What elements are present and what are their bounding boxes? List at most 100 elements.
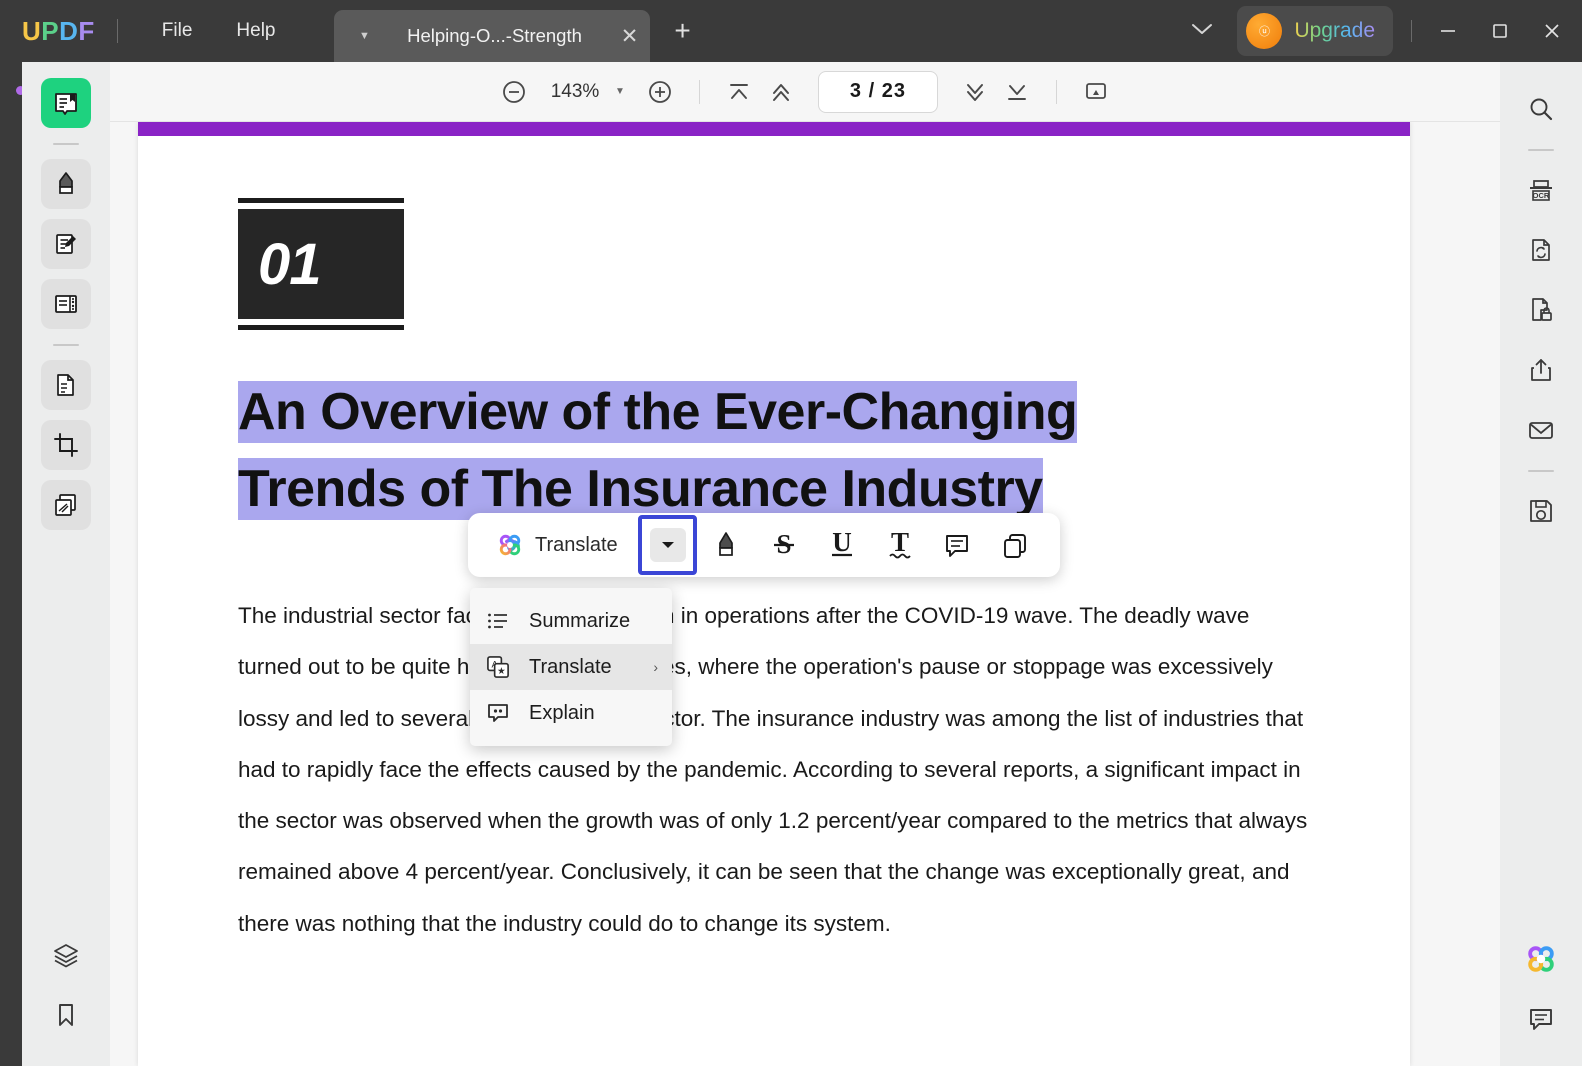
highlight-tool-button[interactable] <box>697 520 755 570</box>
explain-icon <box>484 701 512 725</box>
zoom-dropdown-icon[interactable]: ▼ <box>615 86 625 97</box>
translate-label: Translate <box>535 533 618 556</box>
page-number-input[interactable]: 3 / 23 <box>817 70 938 113</box>
convert-document-icon <box>1532 239 1550 261</box>
ai-flower-icon <box>499 534 521 556</box>
updf-window: U P D F File Help ▼ Helping-O...-Strengt… <box>0 0 1582 1066</box>
organize-pages-icon <box>55 295 77 313</box>
sidebar-item-organize[interactable] <box>41 279 91 329</box>
zoom-in-icon <box>649 80 671 103</box>
right-item-search[interactable] <box>1516 84 1566 134</box>
underline-tool-button[interactable]: U <box>813 520 871 570</box>
first-page-icon <box>730 83 748 99</box>
highlighter-icon <box>59 172 73 194</box>
sidebar-item-layers[interactable] <box>41 930 91 980</box>
ai-actions-menu: Summarize A ★ Translate › <box>470 588 672 746</box>
sidebar-item-edit[interactable] <box>41 219 91 269</box>
titlebar-divider <box>116 19 118 43</box>
title-bar: U P D F File Help ▼ Helping-O...-Strengt… <box>0 0 1582 62</box>
comment-tool-button[interactable] <box>928 520 986 570</box>
svg-text:T: T <box>891 528 909 557</box>
strikethrough-icon: S <box>774 529 795 559</box>
sidebar-item-reader[interactable] <box>41 78 91 128</box>
menu-item-summarize[interactable]: Summarize <box>470 598 672 644</box>
next-page-button[interactable] <box>954 71 996 113</box>
right-item-protect[interactable] <box>1516 285 1566 335</box>
zoom-out-icon <box>503 80 525 103</box>
heading-line-2: Trends of The Insurance Industry <box>238 457 1043 520</box>
edit-pdf-icon <box>56 234 76 254</box>
menu-item-explain[interactable]: Explain <box>470 690 672 736</box>
document-paragraph: The industrial sector faced a huge trans… <box>238 602 1308 936</box>
window-close-button[interactable] <box>1526 0 1578 62</box>
logo-letter-u: U <box>22 15 42 46</box>
crop-icon <box>54 433 78 457</box>
pdf-page: 01 An Overview of the Ever-Changing Tren… <box>138 122 1410 1066</box>
toolbar-divider-1 <box>698 79 700 104</box>
share-icon <box>1531 359 1551 381</box>
squiggly-underline-icon: T <box>888 528 911 559</box>
comment-icon <box>1530 1009 1552 1030</box>
tab-list-chevron-down-icon[interactable] <box>1167 11 1237 51</box>
sidebar-item-bookmark[interactable] <box>41 990 91 1040</box>
new-tab-button[interactable]: + <box>666 17 700 45</box>
window-maximize-button[interactable] <box>1474 0 1526 62</box>
tab-dropdown-icon[interactable]: ▼ <box>350 30 380 42</box>
presentation-mode-button[interactable] <box>1075 71 1117 113</box>
menu-item-translate-label: Translate <box>529 655 612 678</box>
copy-tool-button[interactable] <box>986 520 1044 570</box>
presentation-mode-icon <box>1086 82 1106 99</box>
upgrade-label: Upgrade <box>1294 19 1375 42</box>
translate-dropdown-button[interactable] <box>649 528 686 562</box>
squiggly-tool-button[interactable]: T <box>871 520 929 570</box>
zoom-level-value[interactable]: 143% <box>547 81 603 103</box>
document-viewport[interactable]: 01 An Overview of the Ever-Changing Tren… <box>110 122 1500 1066</box>
menu-item-translate[interactable]: A ★ Translate › <box>470 644 672 690</box>
first-page-button[interactable] <box>718 71 760 113</box>
chapter-number-text: 01 <box>258 231 322 297</box>
user-avatar: ⓤ <box>1246 13 1283 49</box>
toolbar-divider-2 <box>1055 79 1057 104</box>
heading-line-1: An Overview of the Ever-Changing <box>238 381 1078 443</box>
strikethrough-tool-button[interactable]: S <box>755 520 813 570</box>
menu-help[interactable]: Help <box>214 14 297 48</box>
zoom-in-button[interactable] <box>639 71 681 113</box>
right-item-email[interactable] <box>1516 405 1566 455</box>
last-page-button[interactable] <box>996 71 1038 113</box>
tab-close-icon[interactable]: ✕ <box>610 24 650 49</box>
chevron-down-icon <box>661 542 674 548</box>
window-minimize-button[interactable] <box>1422 0 1474 62</box>
right-item-comments[interactable] <box>1516 994 1566 1044</box>
left-sidebar <box>22 62 110 1066</box>
previous-page-button[interactable] <box>760 71 802 113</box>
document-heading: An Overview of the Ever-Changing Trends … <box>238 374 1308 528</box>
zoom-out-button[interactable] <box>493 71 535 113</box>
window-controls-divider <box>1411 20 1412 42</box>
compare-pages-icon <box>55 494 76 516</box>
menu-item-summarize-label: Summarize <box>529 609 631 632</box>
layers-icon <box>54 944 78 968</box>
sidebar-item-annotate[interactable] <box>41 159 91 209</box>
right-item-ocr[interactable]: OCR <box>1516 165 1566 215</box>
right-item-save[interactable] <box>1516 486 1566 536</box>
next-page-icon <box>966 83 983 101</box>
right-item-convert[interactable] <box>1516 225 1566 275</box>
chapter-number-block: 01 <box>238 198 404 330</box>
chapter-rule-top <box>238 198 404 203</box>
previous-page-icon <box>772 83 789 101</box>
sidebar-item-compare[interactable] <box>41 480 91 530</box>
page-accent-bar <box>138 122 1410 136</box>
menu-file[interactable]: File <box>140 14 215 48</box>
right-item-share[interactable] <box>1516 345 1566 395</box>
sidebar-item-crop[interactable] <box>41 420 91 470</box>
right-divider-1 <box>1528 149 1554 151</box>
translate-dropdown-focus-ring <box>637 515 698 575</box>
translate-button[interactable]: Translate <box>484 531 630 559</box>
right-item-ai-assistant[interactable] <box>1516 934 1566 984</box>
sidebar-item-convert[interactable] <box>41 360 91 410</box>
document-tab[interactable]: ▼ Helping-O...-Strength ✕ <box>333 10 650 62</box>
document-toolbar: 143% ▼ 3 / 23 <box>110 62 1500 122</box>
upgrade-button[interactable]: ⓤ Upgrade <box>1237 6 1393 56</box>
logo-letter-d: D <box>59 15 79 46</box>
menu-item-explain-label: Explain <box>529 701 595 724</box>
